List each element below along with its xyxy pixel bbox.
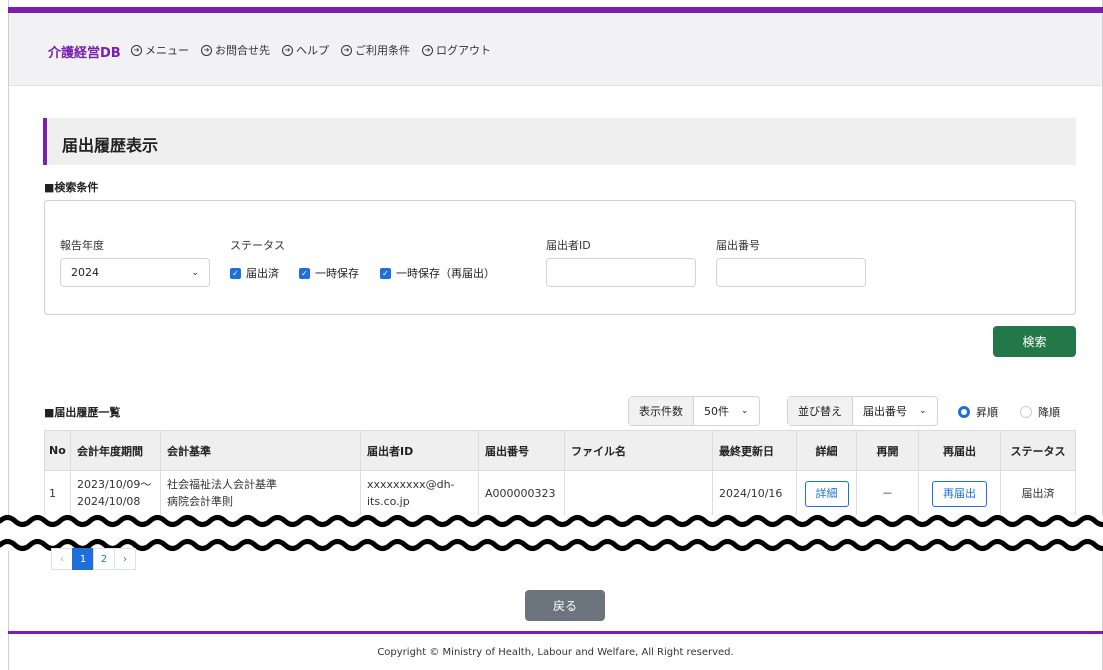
submitter-id-input[interactable] (546, 258, 696, 287)
nav-terms-label: ご利用条件 (355, 44, 410, 57)
checkbox-checked-icon: ✓ (299, 267, 310, 279)
nav-contact[interactable]: ➔ お問合せ先 (201, 42, 270, 58)
col-period: 会計年度期間 (70, 430, 161, 471)
submitter-id-label: 届出者ID (546, 239, 591, 252)
col-detail: 詳細 (796, 430, 857, 471)
order-asc-radio[interactable]: 昇順 (958, 404, 998, 420)
refile-button[interactable]: 再届出 (932, 480, 987, 507)
arrow-circle-icon: ➔ (282, 44, 293, 56)
chevron-down-icon: ⌄ (191, 267, 199, 278)
nav-logout[interactable]: ➔ ログアウト (422, 42, 491, 58)
search-conditions-panel: 報告年度 2024 ⌄ ステータス ✓ 届出済 ✓ 一時保存 ✓ 一時保存（再届… (44, 200, 1076, 315)
sort-control: 並び替え 届出番号 ⌄ (787, 396, 938, 426)
radio-unselected-icon (1020, 406, 1032, 418)
top-nav: ➔ メニュー ➔ お問合せ先 ➔ ヘルプ ➔ ご利用条件 ➔ ログアウト (131, 42, 491, 58)
nav-menu-label: メニュー (145, 44, 189, 57)
nav-help-label: ヘルプ (296, 44, 329, 57)
search-section-label: ■検索条件 (44, 181, 99, 194)
footer-copyright: Copyright © Ministry of Health, Labour a… (377, 646, 734, 658)
pagination-page-2[interactable]: 2 (93, 548, 115, 570)
status-checkbox-filed[interactable]: ✓ 届出済 (230, 265, 279, 281)
sort-value: 届出番号 (863, 405, 907, 418)
col-submitter-id: 届出者ID (360, 430, 479, 471)
order-asc-label: 昇順 (976, 406, 998, 419)
filing-number-input[interactable] (716, 258, 866, 287)
sort-label: 並び替え (788, 397, 853, 425)
checkbox-checked-icon: ✓ (230, 267, 241, 279)
status-checkbox-draft-refile[interactable]: ✓ 一時保存（再届出） (380, 265, 495, 281)
detail-button[interactable]: 詳細 (804, 480, 849, 507)
nav-logout-label: ログアウト (436, 44, 491, 57)
pagination: ‹ 1 2 › (51, 548, 136, 570)
radio-selected-icon (958, 406, 970, 418)
page-size-label: 表示件数 (629, 397, 694, 425)
page-break-wave (0, 515, 1103, 551)
col-last-updated: 最終更新日 (712, 430, 797, 471)
arrow-circle-icon: ➔ (131, 44, 142, 56)
page-title: 届出履歴表示 (62, 136, 159, 155)
period-start: 2023/10/09～ (77, 478, 152, 492)
back-button[interactable]: 戻る (525, 590, 605, 621)
col-no: No (44, 430, 71, 471)
pagination-page-1[interactable]: 1 (72, 548, 94, 570)
pagination-next[interactable]: › (114, 548, 136, 570)
submitter-line-1: xxxxxxxxx@dh- (367, 478, 455, 492)
col-standard: 会計基準 (160, 430, 361, 471)
checkbox-checked-icon: ✓ (380, 267, 391, 279)
table-header-row: No 会計年度期間 会計基準 届出者ID 届出番号 ファイル名 最終更新日 詳細… (44, 430, 1076, 471)
col-file-name: ファイル名 (564, 430, 713, 471)
year-select[interactable]: 2024 ⌄ (60, 258, 210, 287)
year-select-value: 2024 (71, 266, 99, 279)
arrow-circle-icon: ➔ (422, 44, 433, 56)
year-label: 報告年度 (60, 239, 104, 252)
chevron-down-icon: ⌄ (919, 406, 927, 416)
search-button[interactable]: 検索 (993, 326, 1076, 357)
brand-logo[interactable]: 介護経営DB (48, 42, 121, 61)
order-desc-radio[interactable]: 降順 (1020, 404, 1060, 420)
col-status: ステータス (1000, 430, 1076, 471)
arrow-circle-icon: ➔ (341, 44, 352, 56)
sort-select[interactable]: 届出番号 ⌄ (853, 397, 937, 425)
nav-help[interactable]: ➔ ヘルプ (282, 42, 329, 58)
page-frame (8, 0, 1103, 670)
chevron-down-icon: ⌄ (741, 406, 749, 416)
status-option-label: 一時保存 (315, 267, 359, 280)
pagination-prev[interactable]: ‹ (51, 548, 73, 570)
standard-line-1: 社会福祉法人会計基準 (167, 478, 277, 492)
col-filing-number: 届出番号 (478, 430, 565, 471)
filing-number-label: 届出番号 (716, 239, 760, 252)
page-size-value: 50件 (704, 405, 729, 418)
col-resume: 再開 (856, 430, 919, 471)
col-refile: 再届出 (918, 430, 1001, 471)
status-checkbox-draft[interactable]: ✓ 一時保存 (299, 265, 359, 281)
arrow-circle-icon: ➔ (201, 44, 212, 56)
page-title-box: 届出履歴表示 (43, 118, 1076, 165)
nav-contact-label: お問合せ先 (215, 44, 270, 57)
status-option-label: 届出済 (246, 267, 279, 280)
page-size-select[interactable]: 50件 ⌄ (694, 397, 759, 425)
page-size-control: 表示件数 50件 ⌄ (628, 396, 760, 426)
status-label: ステータス (230, 239, 285, 252)
nav-terms[interactable]: ➔ ご利用条件 (341, 42, 410, 58)
nav-menu[interactable]: ➔ メニュー (131, 42, 189, 58)
list-section-label: ■届出履歴一覧 (44, 406, 121, 419)
order-desc-label: 降順 (1038, 406, 1060, 419)
history-table: No 会計年度期間 会計基準 届出者ID 届出番号 ファイル名 最終更新日 詳細… (44, 430, 1076, 517)
status-option-label: 一時保存（再届出） (396, 267, 495, 280)
